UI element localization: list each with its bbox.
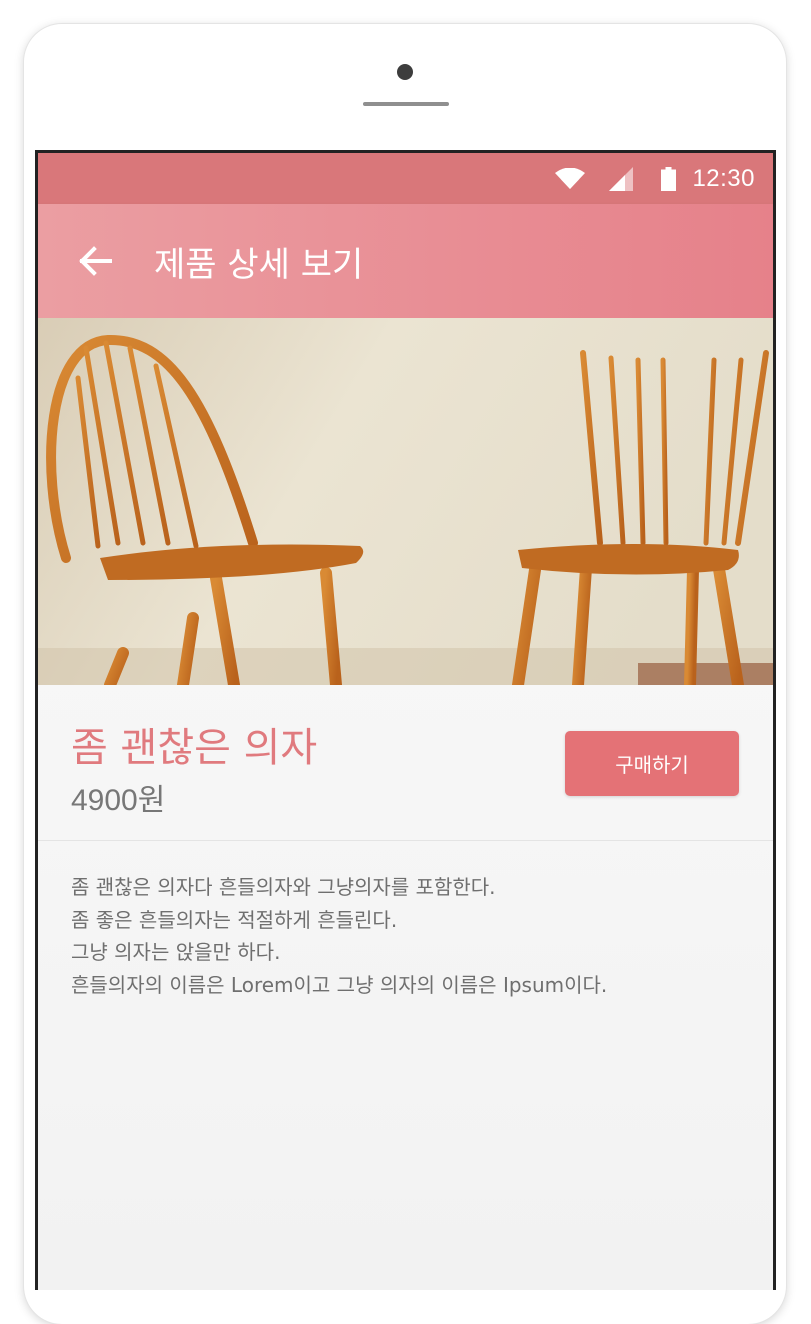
wifi-icon: [555, 167, 586, 190]
product-header: 좀 괜찮은 의자 4900원 구매하기: [38, 685, 773, 841]
page-title: 제품 상세 보기: [154, 244, 364, 285]
product-price: 4900원: [71, 784, 166, 817]
buy-button[interactable]: 구매하기: [565, 731, 739, 796]
description-line: 그냥 의자는 앉을만 하다.: [71, 940, 281, 964]
app-bar: 제품 상세 보기: [38, 204, 773, 318]
product-description: 좀 괜찮은 의자다 흔들의자와 그냥의자를 포함한다. 좀 좋은 흔들의자는 적…: [71, 871, 753, 1001]
app-screen: 12:30 제품 상세 보기 좀 괜찮은 의자 4900원 구매하기 좀 괜찮은…: [38, 153, 773, 1290]
status-time: 12:30: [692, 164, 755, 192]
status-bar: 12:30: [38, 153, 773, 204]
description-line: 좀 괜찮은 의자다 흔들의자와 그냥의자를 포함한다.: [71, 875, 496, 899]
product-name: 좀 괜찮은 의자: [71, 725, 318, 771]
status-icons: 12:30: [555, 153, 755, 204]
battery-icon: [661, 166, 677, 191]
right-chair-seat: [518, 544, 739, 575]
back-arrow-icon[interactable]: [74, 239, 118, 283]
phone-screen: 12:30 제품 상세 보기 좀 괜찮은 의자 4900원 구매하기 좀 괜찮은…: [35, 150, 776, 1290]
product-image: [38, 318, 773, 685]
description-line: 좀 좋은 흔들의자는 적절하게 흔들린다.: [71, 907, 398, 932]
description-line: 흔들의자의 이름은 Lorem이고 그냥 의자의 이름은 Ipsum이다.: [71, 972, 608, 997]
earpiece-speaker: [363, 102, 449, 106]
front-camera: [397, 64, 413, 80]
signal-icon: [609, 166, 634, 191]
